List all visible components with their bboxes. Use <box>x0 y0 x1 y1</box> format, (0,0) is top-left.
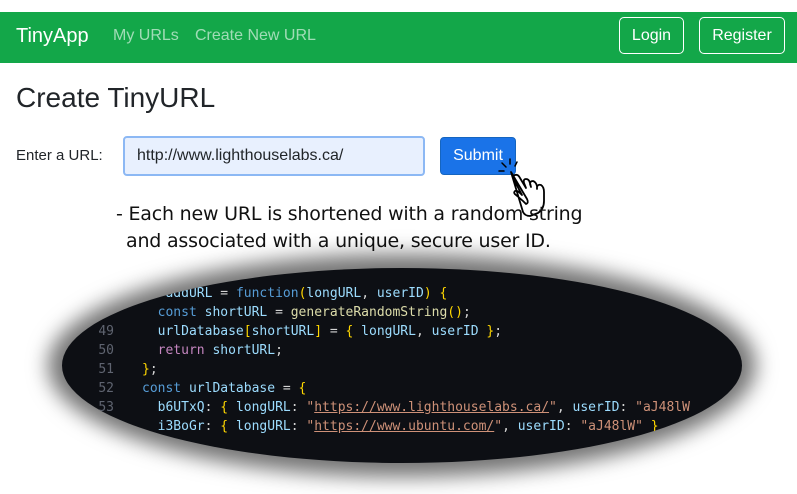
annotation-line-2: and associated with a unique, secure use… <box>126 230 551 252</box>
line-content: const shortURL = generateRandomString(); <box>157 305 471 320</box>
url-input[interactable] <box>123 136 425 176</box>
line-content: b6UTxQ: { longURL: "https://www.lighthou… <box>157 400 690 415</box>
line-number: 51 <box>98 362 114 377</box>
code-snippet: st addURL = function(longURL, userID) { … <box>62 268 742 463</box>
line-number: 53 <box>98 400 114 415</box>
nav-my-urls[interactable]: My URLs <box>113 27 179 45</box>
navbar: TinyApp My URLs Create New URL Login Reg… <box>0 12 797 63</box>
nav-create-new-url[interactable]: Create New URL <box>195 27 316 45</box>
line-content: urlDatabase[shortURL] = { longURL, userI… <box>157 324 503 339</box>
brand-link[interactable]: TinyApp <box>16 25 89 48</box>
line-content: st addURL = function(longURL, userID) { <box>142 286 448 301</box>
page-title: Create TinyURL <box>16 82 216 113</box>
top-strip <box>0 0 797 12</box>
login-button[interactable]: Login <box>619 17 684 54</box>
line-content: return shortURL; <box>157 343 283 358</box>
line-content: const urlDatabase = { <box>142 381 307 396</box>
line-content: i3BoGr: { longURL: "https://www.ubuntu.c… <box>157 419 659 434</box>
annotation-line-1: - Each new URL is shortened with a rando… <box>116 203 583 225</box>
line-number: 49 <box>98 324 114 339</box>
register-button[interactable]: Register <box>699 17 785 54</box>
line-number: 50 <box>98 343 114 358</box>
url-label: Enter a URL: <box>16 147 103 164</box>
line-content: }; <box>142 362 158 377</box>
line-number: 52 <box>98 381 114 396</box>
